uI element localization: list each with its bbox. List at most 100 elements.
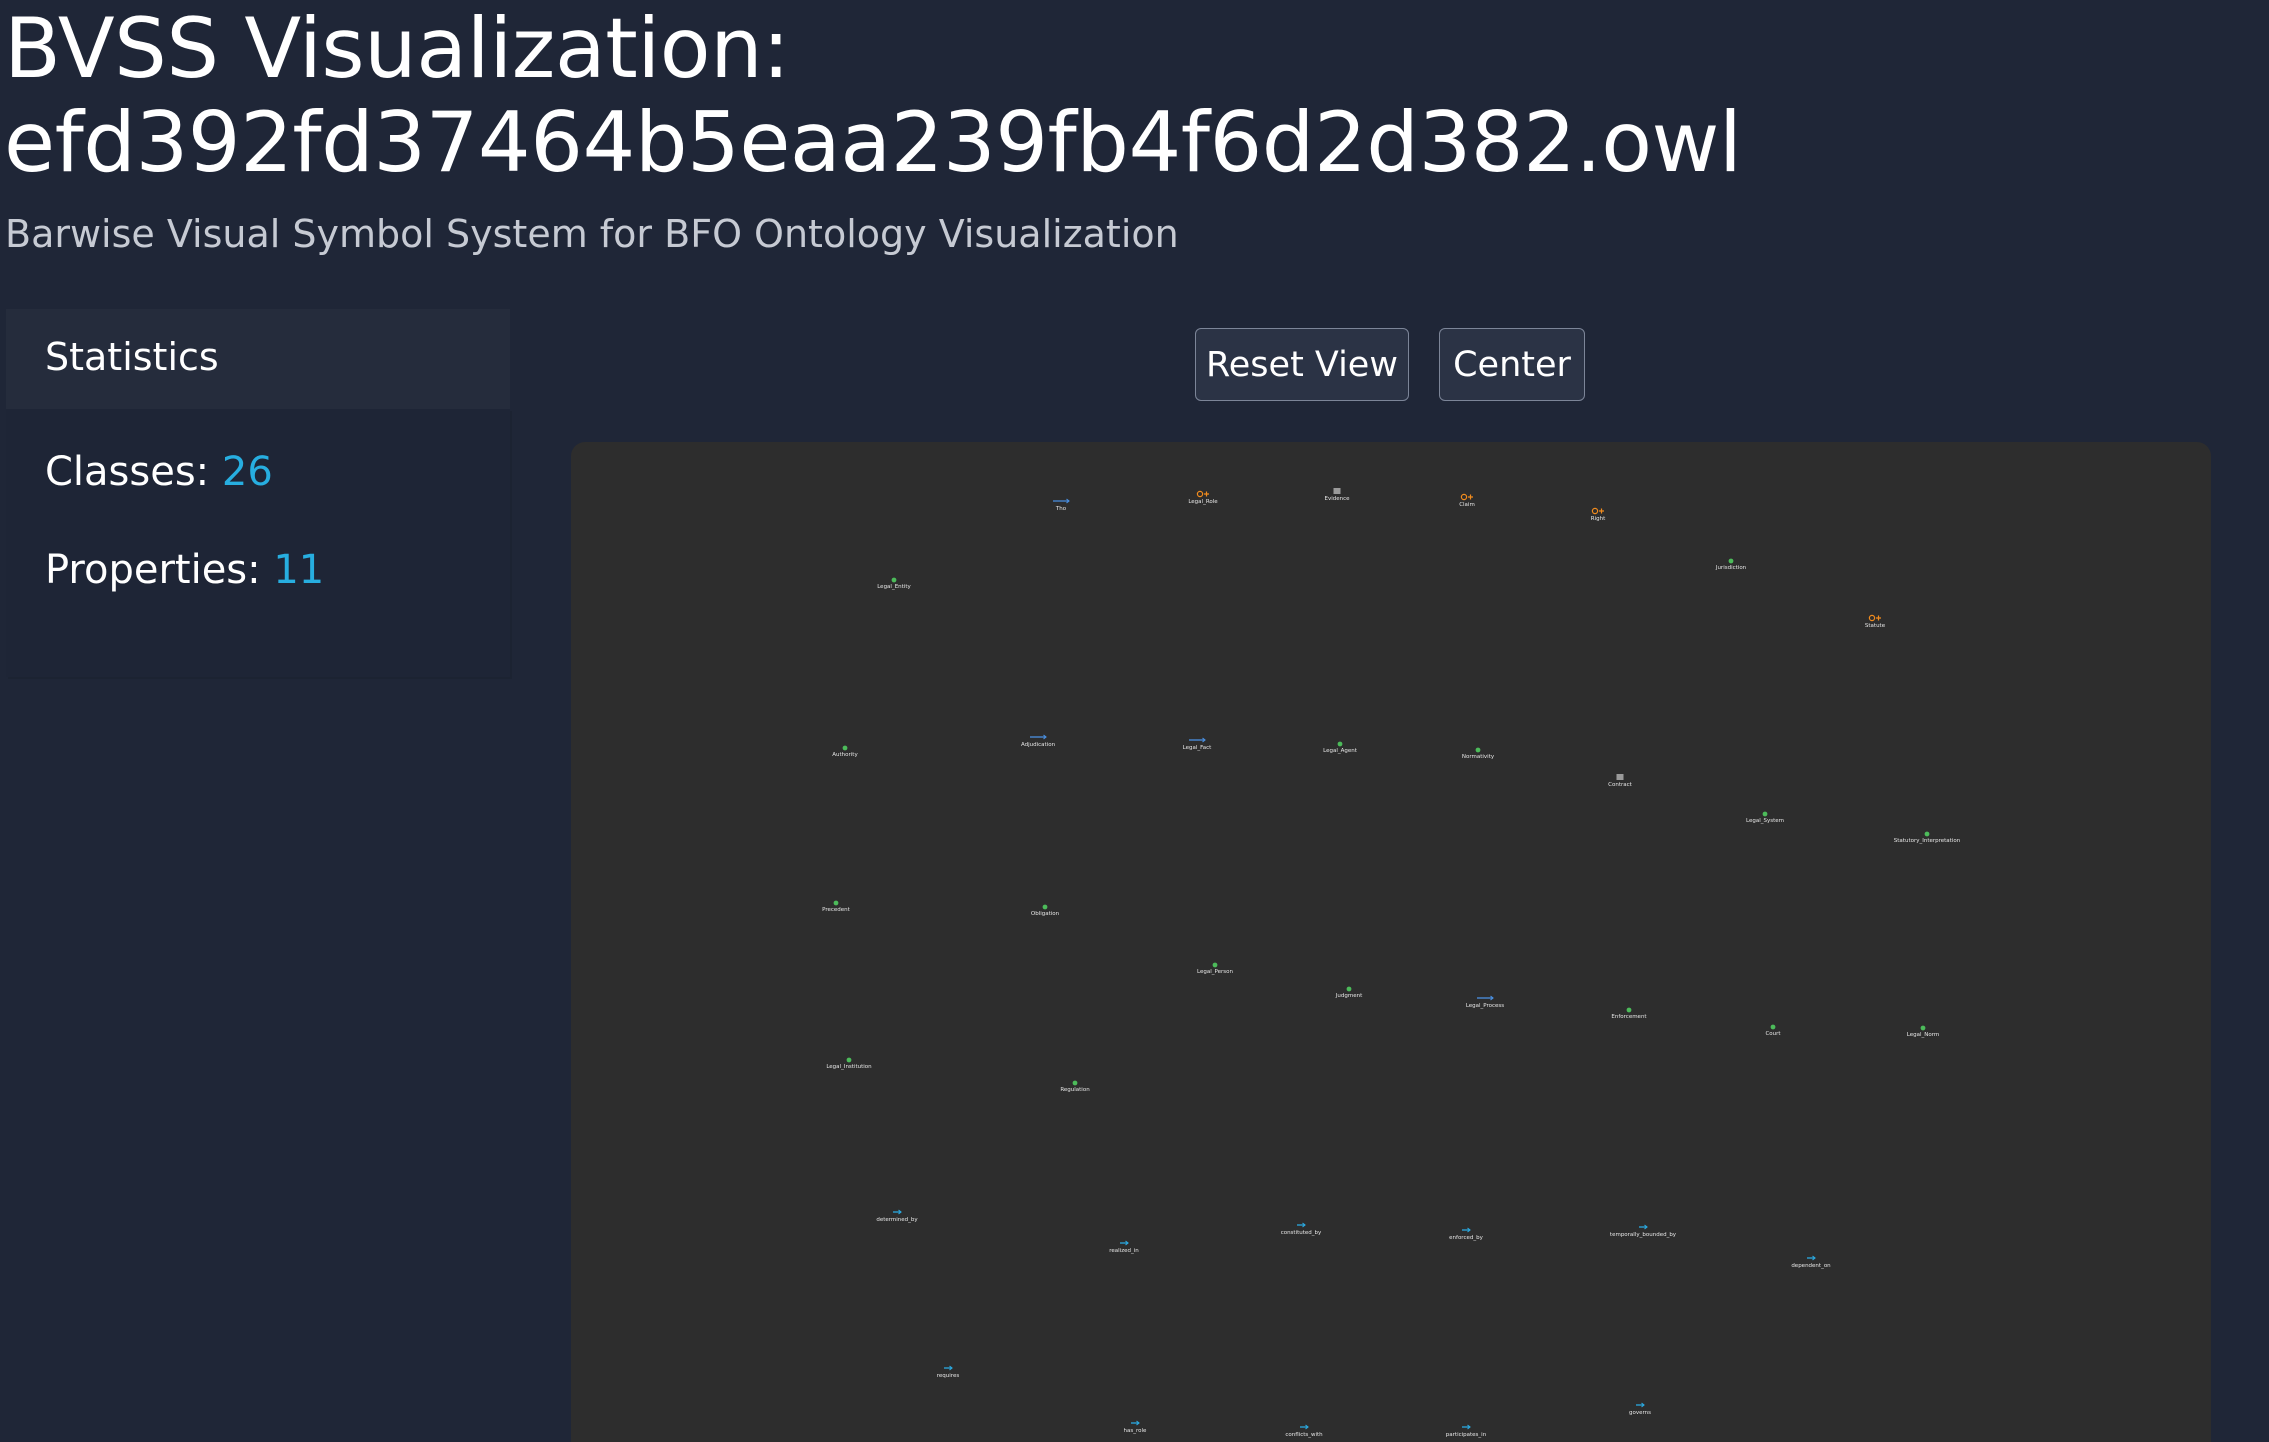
ontology-graph[interactable]: Tho Legal_Role Evidence Claim Right Jurisdict… [571,442,2211,1442]
graph-node-authority[interactable]: Authority [832,745,858,758]
page-title-line-1: BVSS Visualization: [4,0,790,97]
graph-node-judgment[interactable]: Judgment [1335,986,1363,999]
graph-node-legal-entity-continuant-symbol [891,577,897,583]
graph-node-determined-by[interactable]: determined_by [876,1209,918,1223]
graph-node-obligation-label: Obligation [1031,911,1060,917]
graph-node-legal-system[interactable]: Legal_System [1746,811,1784,824]
graph-node-right[interactable]: Right [1591,507,1606,522]
classes-stat: Classes: 26 [45,449,273,495]
graph-node-legal-agent-label: Legal_Agent [1323,748,1358,754]
graph-node-governs-label: governs [1629,1410,1651,1416]
graph-node-precedent-continuant-symbol [833,900,839,906]
graph-node-requires[interactable]: requires [937,1365,960,1379]
graph-node-legal-norm-label: Legal_Norm [1907,1032,1940,1038]
graph-node-participates-in-property-symbol [1462,1424,1471,1430]
graph-node-statute[interactable]: Statute [1865,614,1886,629]
graph-node-legal-system-continuant-symbol [1762,811,1768,817]
graph-node-has-role[interactable]: has_role [1124,1420,1148,1434]
graph-node-statutory-interpretation[interactable]: Statutory_Interpretation [1894,831,1961,844]
ontology-graph-canvas[interactable]: Tho Legal_Role Evidence Claim Right Jurisdict… [571,442,2211,1442]
graph-node-judgment-continuant-symbol [1346,986,1352,992]
graph-node-obligation[interactable]: Obligation [1031,904,1060,917]
statistics-body: Classes: 26 Properties: 11 [6,409,510,677]
page-title: BVSS Visualization: efd392fd37464b5eaa23… [4,0,1742,190]
graph-node-court[interactable]: Court [1765,1024,1781,1037]
graph-node-governs[interactable]: governs [1629,1402,1651,1416]
graph-node-legal-person[interactable]: Legal_Person [1197,962,1233,975]
graph-node-enforcement-label: Enforcement [1611,1014,1647,1020]
graph-node-temporally-bounded-by-label: temporally_bounded_by [1610,1232,1677,1238]
graph-node-precedent[interactable]: Precedent [822,900,851,913]
graph-node-right-label: Right [1591,516,1606,522]
graph-node-participates-in-label: participates_in [1446,1432,1487,1438]
graph-node-statutory-interpretation-label: Statutory_Interpretation [1894,838,1961,844]
graph-node-constituted-by-property-symbol [1297,1222,1306,1228]
graph-node-legal-process[interactable]: Legal_Process [1466,995,1504,1009]
graph-node-court-label: Court [1765,1031,1781,1037]
classes-count: 26 [221,449,273,495]
graph-node-legal-norm-continuant-symbol [1920,1025,1926,1031]
graph-node-legal-agent[interactable]: Legal_Agent [1323,741,1358,754]
graph-node-contract[interactable]: Contract [1608,774,1633,788]
graph-node-determined-by-property-symbol [893,1209,902,1215]
graph-node-adjudication[interactable]: Adjudication [1021,734,1056,748]
graph-node-constituted-by-label: constituted_by [1281,1230,1322,1236]
graph-node-regulation-label: Regulation [1060,1087,1090,1093]
graph-node-legal-process-process-symbol [1477,995,1494,1001]
graph-node-normativity[interactable]: Normativity [1462,747,1495,760]
graph-node-adjudication-process-symbol [1030,734,1047,740]
graph-node-legal-role-role-symbol [1196,490,1209,498]
graph-node-dependent-on-property-symbol [1807,1255,1816,1261]
graph-node-conflicts-with-property-symbol [1300,1424,1309,1430]
graph-node-normativity-label: Normativity [1462,754,1495,760]
graph-node-tho-label: Tho [1055,506,1067,512]
graph-node-evidence-gdc-symbol [1333,488,1341,494]
graph-node-requires-label: requires [937,1373,960,1379]
graph-node-jurisdiction[interactable]: Jurisdiction [1715,558,1747,571]
graph-node-participates-in[interactable]: participates_in [1446,1424,1487,1438]
center-button[interactable]: Center [1439,328,1585,401]
properties-count: 11 [273,547,325,593]
graph-node-enforcement[interactable]: Enforcement [1611,1007,1647,1020]
graph-node-contract-gdc-symbol [1616,774,1624,780]
graph-node-conflicts-with[interactable]: conflicts_with [1285,1424,1323,1438]
graph-node-evidence[interactable]: Evidence [1324,488,1350,502]
graph-node-statutory-interpretation-continuant-symbol [1924,831,1930,837]
graph-node-legal-entity-label: Legal_Entity [877,584,911,590]
graph-node-court-continuant-symbol [1770,1024,1776,1030]
statistics-header: Statistics [6,309,510,409]
statistics-heading: Statistics [45,335,219,379]
graph-node-realized-in-property-symbol [1120,1240,1129,1246]
graph-node-tho[interactable]: Tho [1053,498,1070,512]
graph-node-dependent-on[interactable]: dependent_on [1791,1255,1831,1269]
graph-node-has-role-property-symbol [1131,1420,1140,1426]
graph-node-legal-fact[interactable]: Legal_Fact [1183,737,1213,751]
graph-node-jurisdiction-label: Jurisdiction [1715,565,1747,571]
graph-node-claim[interactable]: Claim [1459,493,1475,508]
graph-node-legal-role[interactable]: Legal_Role [1188,490,1218,505]
reset-view-button[interactable]: Reset View [1195,328,1409,401]
graph-node-temporally-bounded-by[interactable]: temporally_bounded_by [1610,1224,1677,1238]
graph-node-legal-norm[interactable]: Legal_Norm [1907,1025,1940,1038]
graph-node-obligation-continuant-symbol [1042,904,1048,910]
graph-node-regulation[interactable]: Regulation [1060,1080,1090,1093]
graph-node-constituted-by[interactable]: constituted_by [1281,1222,1322,1236]
graph-node-governs-property-symbol [1636,1402,1645,1408]
graph-node-legal-person-continuant-symbol [1212,962,1218,968]
graph-node-judgment-label: Judgment [1335,993,1363,999]
graph-node-legal-role-label: Legal_Role [1188,499,1218,505]
graph-node-regulation-continuant-symbol [1072,1080,1078,1086]
page-subtitle: Barwise Visual Symbol System for BFO Ont… [5,212,1179,256]
graph-node-jurisdiction-continuant-symbol [1728,558,1734,564]
graph-node-realized-in[interactable]: realized_in [1109,1240,1139,1254]
graph-node-legal-institution-continuant-symbol [846,1057,852,1063]
graph-node-normativity-continuant-symbol [1475,747,1481,753]
graph-node-evidence-label: Evidence [1324,496,1350,502]
graph-node-has-role-label: has_role [1124,1428,1148,1434]
graph-node-legal-system-label: Legal_System [1746,818,1784,824]
graph-node-legal-entity[interactable]: Legal_Entity [877,577,912,590]
graph-node-statute-role-symbol [1868,614,1881,622]
graph-node-enforced-by[interactable]: enforced_by [1449,1227,1484,1241]
graph-node-precedent-label: Precedent [822,907,851,913]
graph-node-legal-institution[interactable]: Legal_Institution [826,1057,872,1070]
